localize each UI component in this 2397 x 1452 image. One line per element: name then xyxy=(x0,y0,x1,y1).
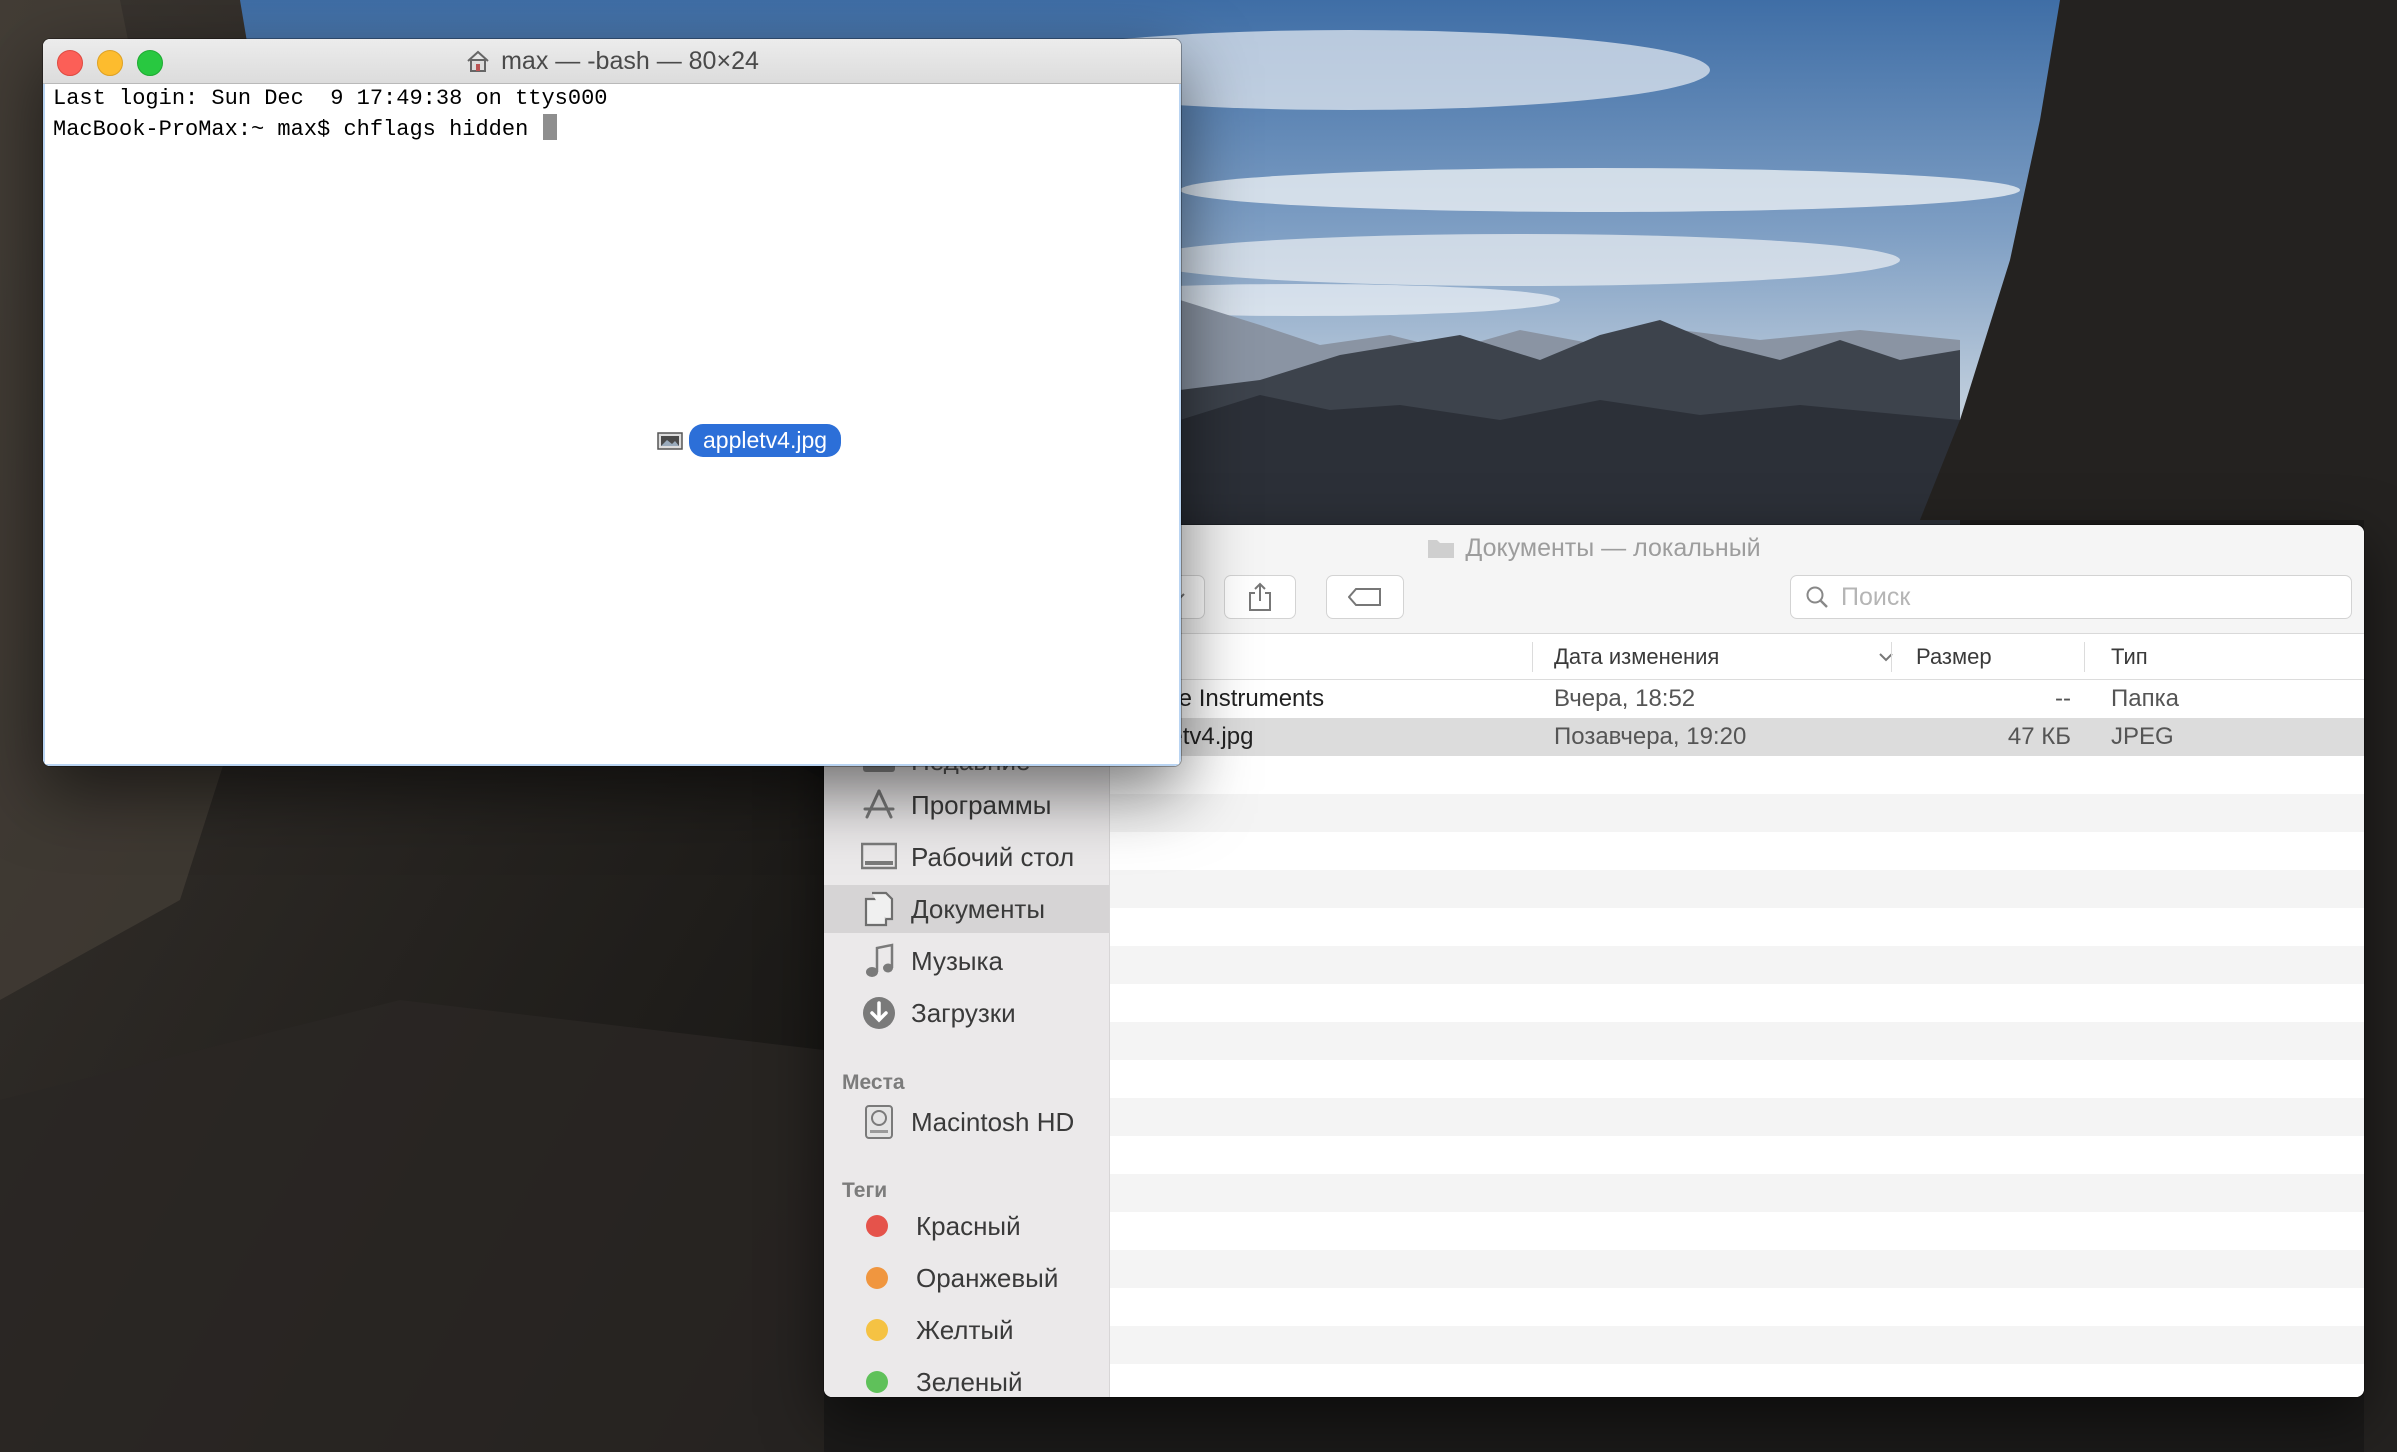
music-icon xyxy=(859,941,899,981)
empty-row xyxy=(1110,1250,2364,1288)
empty-row xyxy=(1110,946,2364,984)
sidebar-item-label: Загрузки xyxy=(911,997,1016,1028)
text-cursor xyxy=(543,114,558,140)
sidebar-item-desktop[interactable]: Рабочий стол xyxy=(824,833,1109,881)
column-header-kind-label: Тип xyxy=(2111,643,2148,669)
tag-color-dot xyxy=(866,1267,888,1289)
search-field[interactable] xyxy=(1790,575,2352,619)
image-file-icon xyxy=(657,431,683,450)
folder-icon xyxy=(1428,540,1455,558)
empty-row xyxy=(1110,1326,2364,1364)
tag-color-dot xyxy=(866,1371,888,1393)
file-size: -- xyxy=(2055,685,2071,712)
empty-row xyxy=(1110,1212,2364,1250)
column-divider xyxy=(1532,642,1533,672)
sidebar-item-music[interactable]: Музыка xyxy=(824,937,1109,985)
empty-row xyxy=(1110,870,2364,908)
sidebar-tag-orange[interactable]: Оранжевый xyxy=(824,1254,1109,1302)
search-input[interactable] xyxy=(1839,581,2323,613)
empty-row xyxy=(1110,1098,2364,1136)
tag-color-dot xyxy=(866,1215,888,1237)
sidebar-tag-red[interactable]: Красный xyxy=(824,1202,1109,1250)
file-size: 47 КБ xyxy=(2007,723,2071,750)
column-divider xyxy=(1891,642,1892,672)
share-icon xyxy=(1249,582,1271,611)
sidebar-item-label: Красный xyxy=(916,1210,1021,1241)
tag-color-dot xyxy=(866,1319,888,1341)
documents-icon xyxy=(859,889,899,929)
empty-row xyxy=(1110,1060,2364,1098)
applications-icon xyxy=(859,785,899,825)
sidebar-item-label: Программы xyxy=(911,789,1052,820)
column-divider xyxy=(2084,642,2085,672)
file-list: Дата изменения Размер Тип Native Instrum… xyxy=(1102,634,2364,1397)
sidebar-item-macintosh-hd[interactable]: Macintosh HD xyxy=(824,1098,1109,1146)
sidebar-tag-yellow[interactable]: Желтый xyxy=(824,1306,1109,1354)
column-header-size[interactable]: Размер xyxy=(1916,634,1992,679)
empty-row xyxy=(1110,1174,2364,1212)
sidebar-tag-green[interactable]: Зеленый xyxy=(824,1358,1109,1397)
terminal-line-login: Last login: Sun Dec 9 17:49:38 on ttys00… xyxy=(53,86,608,111)
minimize-button[interactable] xyxy=(97,50,123,76)
desktop-icon xyxy=(859,837,899,877)
sidebar-item-label: Документы xyxy=(911,893,1046,924)
share-button[interactable] xyxy=(1224,575,1296,619)
column-header-date[interactable]: Дата изменения xyxy=(1554,634,1894,679)
empty-row xyxy=(1110,832,2364,870)
tags-button[interactable] xyxy=(1326,575,1404,619)
tag-icon xyxy=(1348,588,1381,606)
file-kind: JPEG xyxy=(2111,723,2174,750)
close-button[interactable] xyxy=(57,50,83,76)
downloads-icon xyxy=(859,993,899,1033)
sidebar-item-label: Рабочий стол xyxy=(911,841,1075,872)
search-icon xyxy=(1806,586,1828,608)
empty-row xyxy=(1110,908,2364,946)
sidebar-item-label: Зеленый xyxy=(916,1366,1023,1397)
empty-row xyxy=(1110,1136,2364,1174)
zoom-button[interactable] xyxy=(137,50,163,76)
home-icon xyxy=(467,50,489,72)
terminal-titlebar: max — -bash — 80×24 xyxy=(43,39,1181,84)
terminal-prompt-text: MacBook-ProMax:~ max$ chflags hidden xyxy=(53,117,542,142)
finder-title-text: Документы — локальный xyxy=(1465,533,1761,562)
sidebar-item-label: Оранжевый xyxy=(916,1262,1059,1293)
hard-drive-icon xyxy=(859,1102,899,1142)
empty-row xyxy=(1110,1022,2364,1060)
dragged-file-label: appletv4.jpg xyxy=(689,424,842,457)
terminal-window: max — -bash — 80×24 Last login: Sun Dec … xyxy=(43,39,1181,766)
list-header: Дата изменения Размер Тип xyxy=(1110,634,2364,680)
sidebar-item-documents[interactable]: Документы xyxy=(824,885,1109,933)
terminal-line-prompt: MacBook-ProMax:~ max$ chflags hidden xyxy=(53,114,558,142)
dragged-file[interactable]: appletv4.jpg xyxy=(657,424,842,457)
terminal-title: max — -bash — 80×24 xyxy=(501,46,759,75)
sidebar-item-label: Macintosh HD xyxy=(911,1106,1075,1137)
sidebar-item-applications[interactable]: Программы xyxy=(824,781,1109,829)
file-row-appletv4[interactable]: appletv4.jpg Позавчера, 19:20 47 КБ JPEG xyxy=(1102,718,2364,756)
column-header-date-label: Дата изменения xyxy=(1554,643,1720,669)
empty-row xyxy=(1110,794,2364,832)
sidebar-item-label: Музыка xyxy=(911,945,1003,976)
terminal-content[interactable]: Last login: Sun Dec 9 17:49:38 on ttys00… xyxy=(43,84,1181,766)
sidebar-item-downloads[interactable]: Загрузки xyxy=(824,989,1109,1037)
empty-row xyxy=(1110,756,2364,794)
empty-row xyxy=(1110,984,2364,1022)
column-header-size-label: Размер xyxy=(1916,643,1992,669)
file-kind: Папка xyxy=(2111,685,2179,712)
column-header-kind[interactable]: Тип xyxy=(2111,634,2148,679)
sidebar-section-tags: Теги xyxy=(842,1179,888,1202)
sidebar-item-label: Желтый xyxy=(916,1314,1014,1345)
file-row-native-instruments[interactable]: Native Instruments Вчера, 18:52 -- Папка xyxy=(1102,680,2364,718)
file-date: Вчера, 18:52 xyxy=(1554,685,1696,712)
empty-row xyxy=(1110,1364,2364,1397)
empty-row xyxy=(1110,1288,2364,1326)
sidebar-section-places: Места xyxy=(842,1071,905,1094)
file-date: Позавчера, 19:20 xyxy=(1554,723,1747,750)
